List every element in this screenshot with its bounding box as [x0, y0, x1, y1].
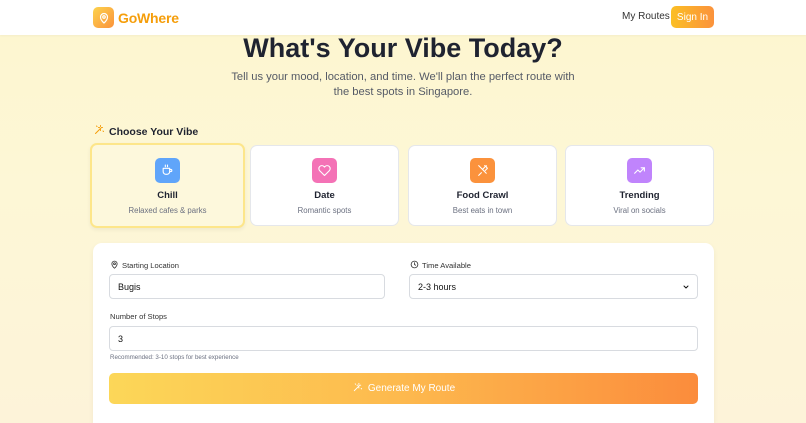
vibe-title: Trending: [619, 190, 660, 201]
number-of-stops-value: 3: [118, 333, 124, 344]
number-of-stops-label: Number of Stops: [110, 312, 167, 321]
page-subtitle: Tell us your mood, location, and time. W…: [231, 71, 575, 98]
generate-route-button[interactable]: Generate My Route: [109, 373, 698, 404]
trending-up-icon: [627, 158, 652, 183]
top-navbar: GoWhere My Routes Sign In: [0, 0, 806, 35]
vibe-card-date[interactable]: Date Romantic spots: [250, 145, 399, 226]
vibe-title: Date: [314, 190, 335, 201]
vibe-description: Romantic spots: [297, 206, 352, 215]
vibe-description: Viral on socials: [613, 206, 666, 215]
vibe-description: Best eats in town: [452, 206, 513, 215]
starting-location-label: Starting Location: [110, 260, 179, 271]
utensils-icon: [470, 158, 495, 183]
clock-icon: [410, 260, 419, 271]
sparkles-icon: [93, 124, 105, 139]
number-of-stops-label-text: Number of Stops: [110, 312, 167, 321]
coffee-icon: [155, 158, 180, 183]
chevron-down-icon: [682, 283, 690, 293]
number-of-stops-input[interactable]: 3: [109, 326, 698, 351]
starting-location-value: Bugis: [118, 281, 141, 292]
brand-name: GoWhere: [118, 9, 179, 26]
vibe-card-trending[interactable]: Trending Viral on socials: [565, 145, 714, 226]
map-pin-icon: [110, 260, 119, 271]
starting-location-label-text: Starting Location: [122, 261, 179, 270]
map-pin-icon: [93, 7, 114, 28]
heart-icon: [312, 158, 337, 183]
route-form-card: Starting Location Bugis Time Available 2…: [93, 243, 714, 423]
starting-location-input[interactable]: Bugis: [109, 274, 385, 299]
choose-vibe-heading: Choose Your Vibe: [93, 124, 198, 139]
vibe-title: Food Crawl: [456, 190, 509, 201]
sign-in-button[interactable]: Sign In: [671, 6, 714, 28]
sparkles-icon: [352, 382, 363, 396]
brand-logo[interactable]: GoWhere: [93, 7, 179, 28]
time-available-label: Time Available: [410, 260, 471, 271]
vibe-title: Chill: [157, 190, 178, 201]
time-available-value: 2-3 hours: [418, 281, 457, 292]
stops-hint: Recommended: 3-10 stops for best experie…: [110, 354, 239, 361]
generate-route-label: Generate My Route: [367, 383, 456, 394]
choose-vibe-label: Choose Your Vibe: [109, 125, 199, 138]
page-title: What's Your Vibe Today?: [243, 33, 563, 63]
vibe-card-chill[interactable]: Chill Relaxed cafes & parks: [90, 143, 245, 228]
nav-my-routes-link[interactable]: My Routes: [622, 11, 670, 22]
vibe-card-food-crawl[interactable]: Food Crawl Best eats in town: [408, 145, 557, 226]
time-available-label-text: Time Available: [422, 261, 471, 270]
vibe-description: Relaxed cafes & parks: [128, 206, 207, 215]
time-available-select[interactable]: 2-3 hours: [409, 274, 698, 299]
